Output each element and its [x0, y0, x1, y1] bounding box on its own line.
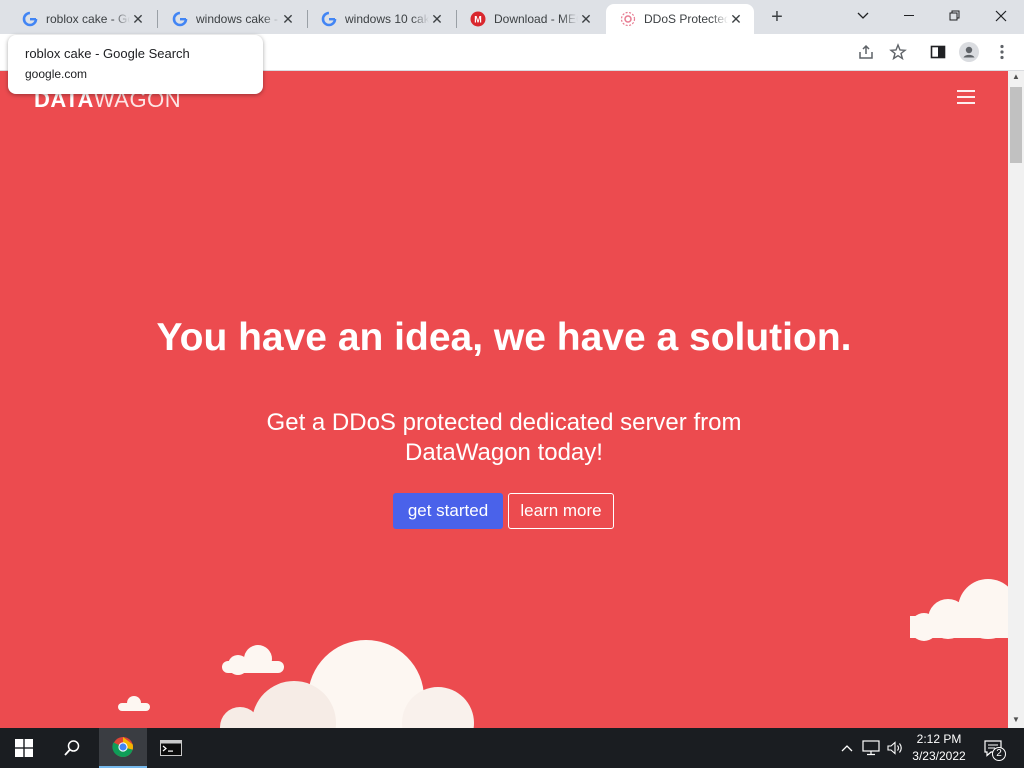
chevron-up-icon [841, 745, 853, 752]
google-icon [22, 11, 38, 27]
close-tab-icon[interactable]: ✕ [578, 11, 594, 27]
restore-button[interactable] [932, 0, 978, 32]
chrome-icon [112, 737, 134, 758]
cloud-right [910, 579, 1008, 641]
close-tab-icon[interactable]: ✕ [728, 11, 744, 27]
menu-kebab-icon[interactable] [992, 42, 1012, 62]
search-button[interactable] [48, 728, 96, 768]
close-tab-icon[interactable]: ✕ [429, 11, 445, 27]
clock-date: 3/23/2022 [912, 749, 966, 763]
restore-icon [949, 10, 960, 21]
google-icon [172, 11, 188, 27]
tab-title: roblox cake - Google Search [46, 12, 130, 26]
scroll-down-arrow-icon[interactable]: ▼ [1012, 716, 1020, 724]
tab-hover-card: roblox cake - Google Search google.com [8, 35, 263, 94]
cloud-tiny-left [118, 696, 150, 711]
mega-icon: M [470, 11, 486, 27]
close-tab-icon[interactable]: ✕ [130, 11, 146, 27]
tab-roblox-cake[interactable]: roblox cake - Google Search ✕ [8, 4, 156, 34]
chevron-down-icon [857, 12, 869, 19]
windows-taskbar: 2:12 PM 3/23/2022 2 [0, 728, 1024, 768]
side-panel-icon[interactable] [928, 42, 948, 62]
volume-button[interactable] [884, 728, 906, 768]
tab-windows-10-cake[interactable]: windows 10 cake - Google Search ✕ [307, 4, 455, 34]
tab-title: Download - MEGA [494, 12, 578, 26]
taskbar-chrome-button[interactable] [99, 728, 147, 768]
hover-card-domain: google.com [25, 67, 88, 81]
clock-time: 2:12 PM [916, 732, 962, 746]
share-icon[interactable] [856, 42, 876, 62]
profile-avatar-icon[interactable] [959, 42, 979, 62]
tab-windows-cake[interactable]: windows cake - Google Search ✕ [158, 4, 306, 34]
windows-logo-icon [15, 739, 33, 757]
tab-ddos-protected[interactable]: DDoS Protected Dedicated Servers ✕ [606, 4, 754, 34]
search-icon [64, 740, 80, 756]
minimize-button[interactable] [886, 0, 932, 32]
tab-search-button[interactable] [840, 0, 886, 32]
network-icon [862, 740, 880, 756]
terminal-icon [160, 740, 182, 756]
tab-title: windows cake - Google Search [196, 12, 280, 26]
scrollbar-thumb[interactable] [1010, 87, 1022, 163]
show-hidden-icons-button[interactable] [838, 728, 856, 768]
bookmark-star-icon[interactable] [888, 42, 908, 62]
speaker-icon [887, 741, 902, 755]
clouds-illustration [118, 579, 1008, 728]
taskbar-clock[interactable]: 2:12 PM 3/23/2022 [908, 731, 970, 765]
tab-mega-download[interactable]: M Download - MEGA ✕ [456, 4, 604, 34]
close-window-button[interactable] [978, 0, 1024, 32]
svg-text:M: M [474, 15, 482, 25]
google-icon [321, 11, 337, 27]
vertical-scrollbar[interactable]: ▲ ▼ [1008, 71, 1024, 728]
close-icon [995, 10, 1007, 22]
tab-title: windows 10 cake - Google Search [345, 12, 429, 26]
close-tab-icon[interactable]: ✕ [280, 11, 296, 27]
start-button[interactable] [0, 728, 48, 768]
cloud-small-left [222, 645, 284, 675]
network-button[interactable] [860, 728, 882, 768]
new-tab-button[interactable]: + [764, 6, 790, 30]
minimize-icon [904, 15, 914, 16]
page-viewport: DATAWAGON You have an idea, we have a so… [0, 71, 1008, 728]
notification-count-badge: 2 [992, 747, 1006, 761]
datawagon-icon [620, 11, 636, 27]
taskbar-terminal-button[interactable] [148, 728, 194, 768]
tab-strip: roblox cake - Google Search ✕ windows ca… [0, 0, 1024, 34]
hover-card-title: roblox cake - Google Search [25, 46, 190, 61]
scroll-up-arrow-icon[interactable]: ▲ [1012, 73, 1020, 81]
tab-title: DDoS Protected Dedicated Servers [644, 12, 728, 26]
